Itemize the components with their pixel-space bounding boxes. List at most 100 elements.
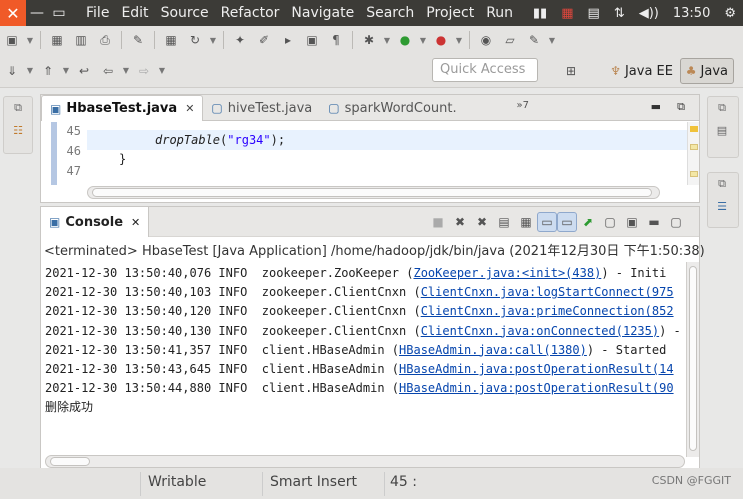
source-link[interactable]: ClientCnxn.java:logStartConnect(975 — [421, 285, 674, 299]
more-tabs-button[interactable]: »7 — [517, 100, 529, 111]
source-link[interactable]: ClientCnxn.java:primeConnection(852 — [421, 304, 674, 318]
restore-icon[interactable]: ⧉ — [708, 173, 736, 195]
chevron-down-icon[interactable]: ▼ — [24, 60, 36, 82]
remove-launch-icon[interactable]: ✖ — [449, 211, 471, 233]
source-link[interactable]: HBaseAdmin.java:postOperationResult(90 — [399, 381, 674, 395]
menu-navigate[interactable]: Navigate — [285, 0, 360, 26]
menu-source[interactable]: Source — [155, 0, 215, 26]
perspective-java[interactable]: ♣ Java — [679, 58, 734, 84]
outline-icon[interactable]: ▤ — [708, 119, 736, 141]
console-horizontal-scrollbar[interactable] — [45, 455, 685, 468]
scrollbar-thumb[interactable] — [689, 266, 697, 451]
transfer-icon[interactable]: ⇅ — [607, 6, 632, 21]
pencil-icon[interactable]: ✎ — [522, 29, 546, 51]
chevron-down-icon[interactable]: ▼ — [381, 29, 393, 51]
maximize-icon[interactable]: ▢ — [665, 211, 687, 233]
chevron-down-icon[interactable]: ▼ — [156, 60, 168, 82]
open-perspective-icon[interactable]: ⊞ — [559, 60, 583, 82]
chevron-down-icon[interactable]: ▼ — [453, 29, 465, 51]
whitespace-icon[interactable]: ¶ — [324, 29, 348, 51]
open-console-icon[interactable]: ▣ — [621, 211, 643, 233]
clock[interactable]: 13:50 — [666, 6, 717, 21]
quick-access-input[interactable]: Quick Access — [432, 58, 538, 82]
menu-refactor[interactable]: Refactor — [215, 0, 286, 26]
new-icon[interactable]: ▣ — [0, 29, 24, 51]
chevron-down-icon[interactable]: ▼ — [546, 29, 558, 51]
minimize-icon[interactable]: ▬ — [643, 211, 665, 233]
source-link[interactable]: HBaseAdmin.java:postOperationResult(14 — [399, 362, 674, 376]
code-area[interactable]: 45 46 47 dropTable("rg34"); } — [41, 122, 688, 185]
build-icon[interactable]: ▦ — [159, 29, 183, 51]
menu-project[interactable]: Project — [420, 0, 480, 26]
skip-breakpoints-icon[interactable]: ✎ — [126, 29, 150, 51]
menu-search[interactable]: Search — [360, 0, 420, 26]
run-icon[interactable]: ● — [393, 29, 417, 51]
last-edit-icon[interactable]: ↩ — [72, 60, 96, 82]
menu-file[interactable]: File — [80, 0, 115, 26]
maximize-window-button[interactable]: ▭ — [48, 0, 70, 26]
save-icon[interactable]: ▦ — [45, 29, 69, 51]
console-output[interactable]: 2021-12-30 13:50:40,076 INFO zookeeper.Z… — [45, 264, 685, 454]
remove-all-terminated-icon[interactable]: ✖ — [471, 211, 493, 233]
close-window-button[interactable]: ✕ — [0, 0, 26, 26]
chevron-down-icon[interactable]: ▼ — [60, 60, 72, 82]
editor-horizontal-scrollbar[interactable] — [87, 186, 660, 199]
tab-sparkwordcount[interactable]: ▢ sparkWordCount. — [320, 95, 464, 121]
terminate-icon[interactable]: ■ — [427, 211, 449, 233]
console-vertical-scrollbar[interactable] — [686, 262, 699, 457]
tab-console[interactable]: ▣ Console ✕ — [41, 207, 150, 237]
source-link[interactable]: ZooKeeper.java:<init>(438) — [413, 266, 601, 280]
debug-icon[interactable]: ✱ — [357, 29, 381, 51]
network-indicator-icon[interactable]: ▮▮ — [526, 6, 554, 21]
open-type-icon[interactable]: ◉ — [474, 29, 498, 51]
forward-icon[interactable]: ⇨ — [132, 60, 156, 82]
display-console-icon[interactable]: ▢ — [599, 211, 621, 233]
clear-console-icon[interactable]: ▤ — [493, 211, 515, 233]
external-tools-icon[interactable]: ● — [429, 29, 453, 51]
calendar-icon[interactable]: ▤ — [581, 6, 607, 21]
menu-edit[interactable]: Edit — [115, 0, 154, 26]
highlight-icon[interactable]: ✐ — [252, 29, 276, 51]
warning-marker[interactable] — [690, 171, 698, 177]
print-icon[interactable]: ⎙ — [93, 29, 117, 51]
chevron-down-icon[interactable]: ▼ — [24, 29, 36, 51]
close-icon[interactable]: ✕ — [131, 216, 140, 229]
refresh-icon[interactable]: ↻ — [183, 29, 207, 51]
back-icon[interactable]: ⇦ — [96, 60, 120, 82]
source-link[interactable]: HBaseAdmin.java:call(1380) — [399, 343, 587, 357]
show-on-stderr-icon[interactable]: ▭ — [557, 212, 577, 232]
tab-hivetest[interactable]: ▢ hiveTest.java — [203, 95, 320, 121]
package-explorer-icon[interactable]: ☷ — [4, 119, 32, 141]
scrollbar-thumb[interactable] — [92, 188, 652, 197]
restore-icon[interactable]: ⧉ — [708, 97, 736, 119]
chevron-down-icon[interactable]: ▼ — [207, 29, 219, 51]
perspective-java-ee[interactable]: ♆ Java EE — [610, 58, 673, 84]
maximize-icon[interactable]: ⧉ — [677, 100, 685, 114]
pin-icon[interactable]: ▸ — [276, 29, 300, 51]
input-method-icon[interactable]: ▦ — [554, 6, 580, 21]
menu-run[interactable]: Run — [480, 0, 519, 26]
block-icon[interactable]: ▣ — [300, 29, 324, 51]
open-folder-icon[interactable]: ▱ — [498, 29, 522, 51]
scroll-lock-icon[interactable]: ▦ — [515, 211, 537, 233]
previous-annotation-icon[interactable]: ⇑ — [36, 60, 60, 82]
task-list-icon[interactable]: ☰ — [708, 195, 736, 217]
next-annotation-icon[interactable]: ⇓ — [0, 60, 24, 82]
save-all-icon[interactable]: ▥ — [69, 29, 93, 51]
volume-icon[interactable]: ◀)) — [632, 6, 666, 21]
gear-icon[interactable]: ⚙ — [717, 6, 743, 21]
chevron-down-icon[interactable]: ▼ — [120, 60, 132, 82]
minimize-window-button[interactable]: — — [26, 0, 48, 26]
show-on-stdout-icon[interactable]: ▭ — [537, 212, 557, 232]
overview-ruler[interactable] — [687, 122, 699, 185]
warning-marker[interactable] — [690, 126, 698, 132]
scrollbar-thumb[interactable] — [50, 457, 90, 466]
minimize-icon[interactable]: ▬ — [651, 100, 661, 113]
warning-marker[interactable] — [690, 144, 698, 150]
restore-icon[interactable]: ⧉ — [4, 97, 32, 119]
source-link[interactable]: ClientCnxn.java:onConnected(1235) — [421, 324, 659, 338]
toggle-mark-icon[interactable]: ✦ — [228, 29, 252, 51]
pin-console-icon[interactable]: ⬈ — [577, 211, 599, 233]
chevron-down-icon[interactable]: ▼ — [417, 29, 429, 51]
close-icon[interactable]: ✕ — [185, 102, 194, 115]
